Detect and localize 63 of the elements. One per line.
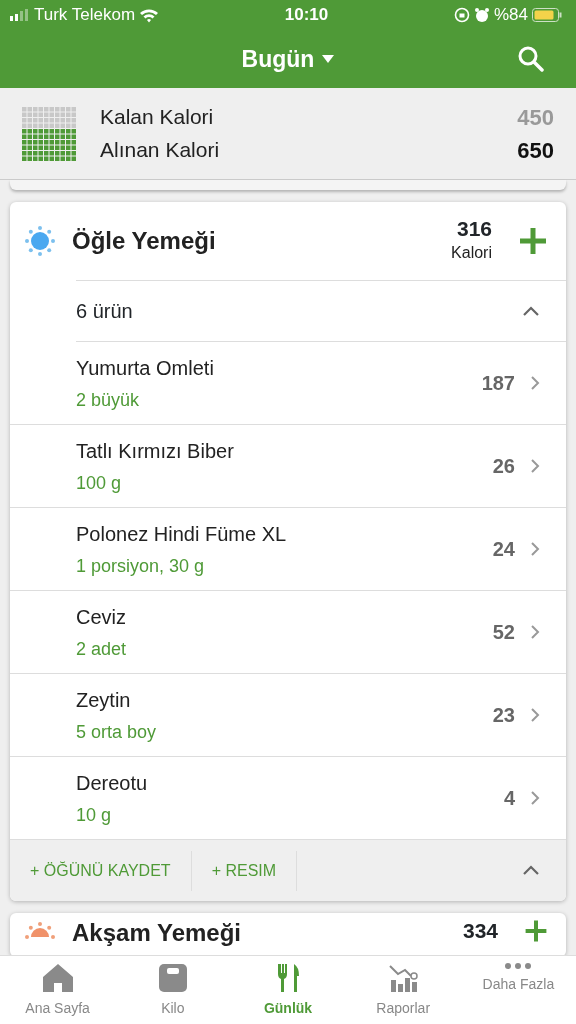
food-calories: 26 [492, 454, 515, 479]
scale-icon [156, 962, 189, 994]
food-amount: 1 porsiyon, 30 g [76, 554, 206, 578]
more-icon [504, 962, 533, 970]
food-calories: 4 [503, 786, 515, 811]
food-calories: 52 [492, 620, 515, 645]
food-calories: 24 [492, 537, 515, 562]
meal-calories: 316 [456, 217, 492, 241]
battery-percent: %84 [493, 4, 528, 27]
carrier-name: Turk Telekom [34, 4, 136, 27]
tab-item[interactable]: Günlük [230, 956, 346, 1024]
food-amount: 2 adet [76, 637, 128, 661]
chart-icon [387, 962, 420, 994]
food-amount: 10 g [76, 803, 113, 827]
summary-label: Alınan Kalori [100, 137, 220, 164]
meal-title: Öğle Yemeği [72, 226, 217, 256]
food-amount: 100 g [76, 471, 123, 495]
chevron-up-icon[interactable] [522, 865, 540, 876]
action-button[interactable]: + RESIM [191, 850, 298, 891]
food-name: Tatlı Kırmızı Biber [76, 438, 235, 464]
food-name: Ceviz [76, 604, 127, 630]
tab-item[interactable]: Daha Fazla [460, 956, 576, 1024]
search-icon[interactable] [518, 46, 544, 72]
calories-label: Kalori [451, 242, 492, 263]
chevron-right-icon [531, 791, 540, 805]
chevron-up-icon[interactable] [522, 305, 540, 317]
tab-item[interactable]: Kilo [115, 956, 231, 1024]
chevron-right-icon [531, 625, 540, 639]
chevron-right-icon [531, 542, 540, 556]
tab-item[interactable]: Ana Sayfa [0, 956, 116, 1024]
date-selector[interactable]: Bugün [241, 41, 335, 77]
calorie-grid-icon [22, 106, 76, 161]
food-name: Yumurta Omleti [76, 355, 215, 381]
signal-icon [10, 9, 30, 21]
food-name: Zeytin [76, 687, 132, 713]
battery-icon [532, 8, 562, 22]
summary-label: Kalan Kalori [100, 104, 214, 131]
food-calories: 187 [481, 371, 515, 396]
sun-icon [24, 225, 56, 257]
food-amount: 5 orta boy [76, 720, 158, 744]
status-time: 10:10 [283, 4, 330, 27]
tab-item[interactable]: Raporlar [345, 956, 461, 1024]
caret-icon [322, 55, 335, 63]
summary-value: 650 [517, 136, 554, 165]
action-button[interactable]: + ÖĞÜNÜ KAYDET [10, 850, 192, 891]
chevron-right-icon [531, 708, 540, 722]
home-icon [41, 962, 74, 994]
summary-value: 450 [517, 103, 554, 132]
add-icon[interactable] [518, 226, 548, 256]
alarm-icon [473, 7, 490, 23]
food-amount: 2 büyük [76, 388, 141, 412]
chevron-right-icon [531, 376, 540, 390]
rotation-lock-icon [453, 7, 470, 23]
food-calories: 23 [492, 703, 515, 728]
meal-calories: 334 [462, 919, 498, 943]
food-name: Dereotu [76, 770, 149, 796]
meal-title: Akşam Yemeği [72, 919, 242, 948]
sunset-icon [24, 919, 56, 939]
add-icon[interactable] [524, 919, 548, 943]
wifi-icon [139, 7, 160, 23]
food-name: Polonez Hindi Füme XL [76, 521, 288, 547]
chevron-right-icon [531, 459, 540, 473]
item-count: 6 ürün [76, 299, 133, 324]
